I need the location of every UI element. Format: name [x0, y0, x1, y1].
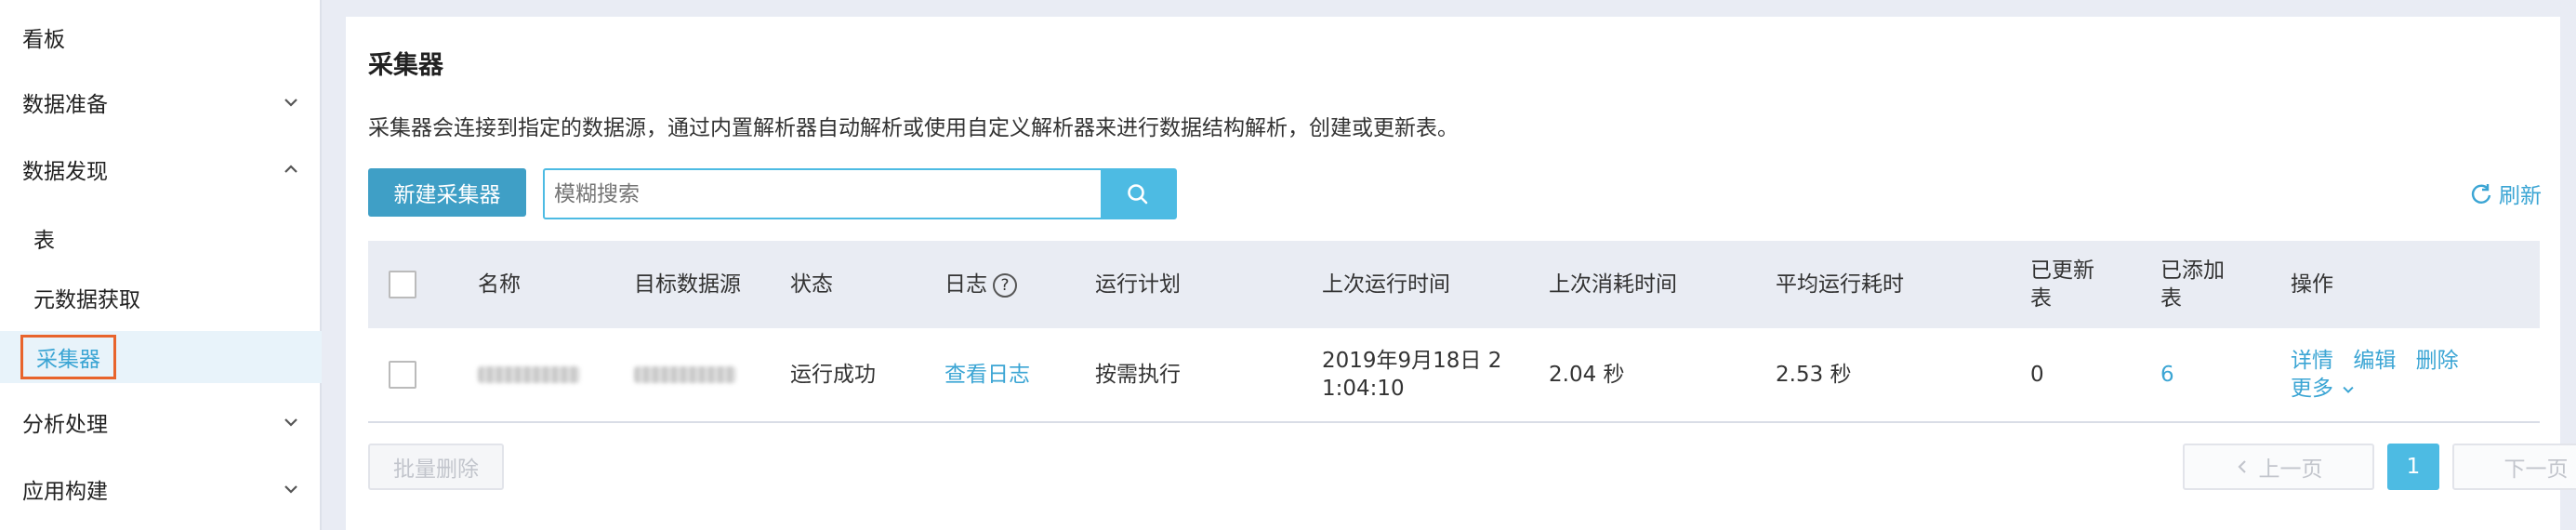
chevron-down-icon: [284, 99, 297, 107]
sidebar-item-label: 元数据获取: [33, 288, 140, 312]
search-button[interactable]: [1101, 170, 1175, 218]
header-avg-cost: 平均运行耗时: [1776, 272, 1904, 297]
header-last-cost: 上次消耗时间: [1549, 272, 1677, 297]
help-icon[interactable]: ?: [993, 272, 1017, 298]
row-last-run-line2: 1:04:10: [1322, 377, 1405, 401]
sidebar-item-label: 数据准备: [22, 93, 108, 117]
collectors-table: 名称 目标数据源 状态 日志? 运行计划 上次运行时间 上次消耗时间 平均运行耗…: [368, 241, 2540, 423]
more-dropdown[interactable]: 更多: [2291, 375, 2459, 403]
search-input[interactable]: [545, 170, 1101, 218]
header-updated-line1: 已更新: [2030, 258, 2094, 283]
row-updated: 0: [2030, 363, 2044, 387]
chevron-down-icon: [284, 418, 297, 427]
header-actions: 操作: [2291, 272, 2333, 297]
table-row: 运行成功 查看日志 按需执行 2019年9月18日 2 1:04:10 2.04…: [368, 328, 2540, 423]
chevron-up-icon: [284, 165, 297, 173]
chevron-left-icon: [2237, 460, 2246, 473]
row-last-run: 2019年9月18日 2 1:04:10: [1322, 347, 1501, 403]
sidebar-item-collectors[interactable]: 采集器: [0, 331, 322, 383]
header-target: 目标数据源: [634, 272, 741, 297]
row-avg-cost: 2.53 秒: [1776, 363, 1852, 387]
search-icon: [1128, 183, 1148, 204]
sidebar: 看板 数据准备 数据发现 表 元数据获取 采集器 分析处理 应用构建: [0, 0, 322, 530]
sidebar-item-label: 看板: [22, 28, 65, 52]
header-added-line1: 已添加: [2160, 258, 2225, 283]
sidebar-item-data-discovery[interactable]: 数据发现: [0, 145, 322, 193]
header-added: 已添加 表: [2160, 257, 2225, 312]
prev-page-label: 上一页: [2258, 457, 2323, 482]
row-added-link[interactable]: 6: [2160, 361, 2174, 389]
detail-link[interactable]: 详情: [2291, 349, 2333, 373]
header-status: 状态: [790, 272, 833, 297]
row-last-cost: 2.04 秒: [1549, 363, 1625, 387]
sidebar-item-dashboard[interactable]: 看板: [0, 13, 322, 61]
sidebar-item-label: 应用构建: [22, 480, 108, 504]
search-box: [543, 168, 1177, 219]
page-title: 采集器: [368, 51, 443, 80]
row-checkbox[interactable]: [389, 361, 416, 389]
refresh-button[interactable]: 刷新: [2469, 178, 2542, 209]
view-log-link[interactable]: 查看日志: [945, 361, 1030, 389]
more-label: 更多: [2291, 377, 2333, 401]
header-plan: 运行计划: [1095, 272, 1181, 297]
header-log: 日志?: [945, 271, 1017, 298]
row-actions: 详情 编辑 删除 更多: [2291, 347, 2459, 403]
header-added-line2: 表: [2160, 286, 2182, 311]
row-plan: 按需执行: [1095, 363, 1181, 387]
table-header: 名称 目标数据源 状态 日志? 运行计划 上次运行时间 上次消耗时间 平均运行耗…: [368, 241, 2540, 328]
page-description: 采集器会连接到指定的数据源，通过内置解析器自动解析或使用自定义解析器来进行数据结…: [368, 116, 1459, 140]
page-number-button[interactable]: 1: [2387, 444, 2439, 490]
sidebar-item-label: 表: [33, 229, 55, 253]
header-name: 名称: [478, 272, 521, 297]
sidebar-item-data-prep[interactable]: 数据准备: [0, 78, 322, 126]
refresh-icon: [2471, 184, 2491, 204]
row-target-redacted: [634, 366, 736, 383]
header-last-run: 上次运行时间: [1322, 272, 1450, 297]
chevron-down-icon: [2343, 386, 2354, 393]
edit-link[interactable]: 编辑: [2353, 349, 2396, 373]
header-log-label: 日志: [945, 272, 987, 297]
refresh-label: 刷新: [2499, 184, 2542, 208]
next-page-label: 下一页: [2503, 457, 2569, 482]
sidebar-item-label: 采集器: [20, 335, 116, 379]
sidebar-item-metadata-fetch[interactable]: 元数据获取: [0, 273, 322, 322]
row-status: 运行成功: [790, 363, 876, 387]
header-updated-line2: 表: [2030, 286, 2052, 311]
select-all-checkbox[interactable]: [389, 271, 416, 298]
main-panel: 采集器 采集器会连接到指定的数据源，通过内置解析器自动解析或使用自定义解析器来进…: [346, 17, 2576, 530]
sidebar-item-app-build[interactable]: 应用构建: [0, 465, 322, 513]
row-last-run-line1: 2019年9月18日 2: [1322, 349, 1502, 373]
sidebar-item-tables[interactable]: 表: [0, 214, 322, 262]
row-name-redacted: [478, 366, 580, 383]
new-collector-button[interactable]: 新建采集器: [368, 168, 526, 217]
sidebar-item-analysis[interactable]: 分析处理: [0, 398, 322, 446]
batch-delete-button[interactable]: 批量删除: [368, 444, 504, 490]
delete-link[interactable]: 删除: [2416, 349, 2459, 373]
sidebar-item-label: 分析处理: [22, 413, 108, 437]
chevron-down-icon: [284, 485, 297, 494]
sidebar-item-label: 数据发现: [22, 160, 108, 184]
header-updated: 已更新 表: [2030, 257, 2094, 312]
prev-page-button[interactable]: 上一页: [2183, 444, 2374, 490]
next-page-button[interactable]: 下一页: [2452, 444, 2576, 490]
